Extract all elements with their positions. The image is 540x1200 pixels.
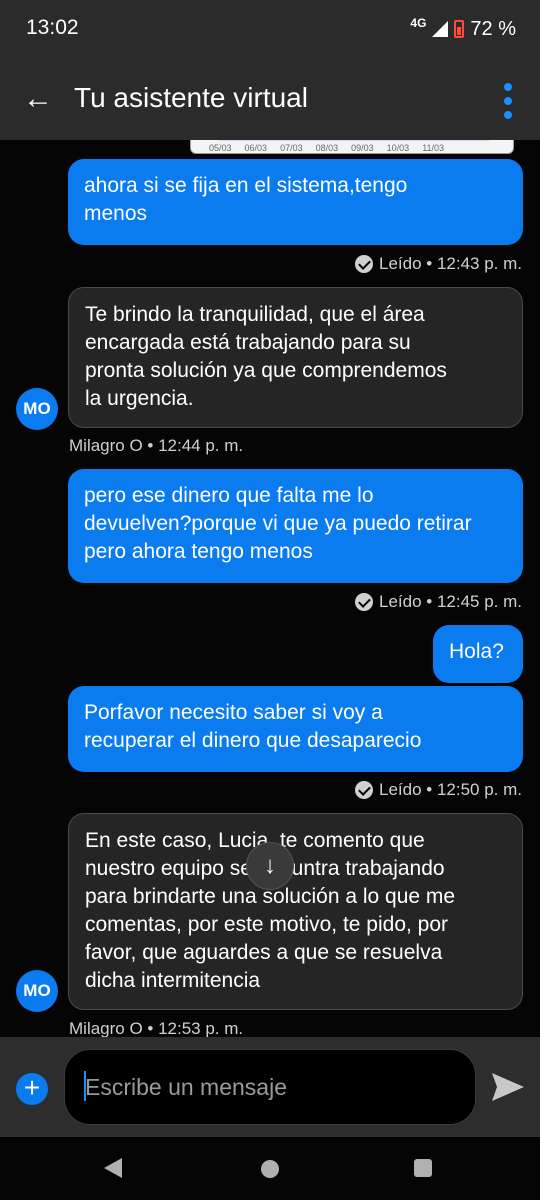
message-input[interactable] [64, 1049, 476, 1125]
preview-date: 06/03 [244, 143, 268, 153]
incoming-message-bubble[interactable]: Te brindo la tranquilidad, que el área e… [68, 287, 523, 428]
message-text: Hola? [449, 640, 504, 663]
receipt-text: Leído • 12:43 p. m. [379, 254, 522, 273]
nav-back-icon[interactable] [104, 1158, 122, 1178]
sender-timestamp: Milagro O • 12:53 p. m. [69, 1019, 244, 1037]
preview-date: 10/03 [386, 143, 410, 153]
read-receipt: Leído • 12:43 p. m. [355, 254, 522, 274]
status-icons: 4G 72 % [410, 16, 516, 42]
outgoing-message-bubble[interactable]: pero ese dinero que falta me lo devuelve… [68, 469, 523, 583]
attachment-preview[interactable]: 05/03 06/03 07/03 08/03 09/03 10/03 11/0… [190, 140, 514, 154]
avatar: MO [16, 388, 58, 430]
avatar: MO [16, 970, 58, 1012]
app-bar: ← Tu asistente virtual [0, 60, 540, 140]
outgoing-message-bubble[interactable]: ahora si se fija en el sistema,tengo men… [68, 159, 523, 245]
incoming-message-bubble[interactable]: En este caso, Lucia, te comento que nues… [68, 813, 523, 1010]
message-list[interactable]: 05/03 06/03 07/03 08/03 09/03 10/03 11/0… [0, 140, 540, 1037]
network-type: 4G [410, 16, 427, 30]
preview-date: 11/03 [422, 143, 445, 153]
outgoing-message-bubble[interactable]: Hola? [433, 625, 523, 683]
arrow-left-icon[interactable]: ← [20, 82, 56, 118]
message-text: Porfavor necesito saber si voy a recuper… [84, 701, 422, 752]
read-check-icon [355, 593, 373, 611]
read-receipt: Leído • 12:50 p. m. [355, 780, 522, 800]
signal-icon [432, 21, 449, 37]
status-bar: 13:02 4G 72 % [0, 0, 540, 60]
preview-date: 07/03 [280, 143, 303, 153]
read-receipt: Leído • 12:45 p. m. [355, 592, 522, 612]
preview-chart-line [219, 140, 489, 141]
message-composer: + [0, 1037, 540, 1137]
text-caret [84, 1071, 86, 1101]
preview-date: 05/03 [209, 143, 232, 153]
nav-recents-icon[interactable] [414, 1159, 432, 1177]
message-text: pero ese dinero que falta me lo devuelve… [84, 484, 472, 563]
scroll-down-icon[interactable]: ↓ [246, 842, 294, 890]
receipt-text: Leído • 12:50 p. m. [379, 780, 522, 799]
battery-level: 72 % [470, 17, 516, 40]
status-time: 13:02 [26, 16, 79, 39]
read-check-icon [355, 781, 373, 799]
message-text: ahora si se fija en el sistema,tengo men… [84, 174, 408, 225]
system-nav-bar [0, 1137, 540, 1200]
receipt-text: Leído • 12:45 p. m. [379, 592, 522, 611]
page-title: Tu asistente virtual [74, 82, 308, 113]
outgoing-message-bubble[interactable]: Porfavor necesito saber si voy a recuper… [68, 686, 523, 772]
message-text: Te brindo la tranquilidad, que el área e… [85, 303, 447, 410]
battery-icon [454, 20, 465, 38]
message-text: En este caso, Lucia, te comento que nues… [85, 829, 456, 992]
read-check-icon [355, 255, 373, 273]
plus-circle-icon[interactable]: + [16, 1073, 48, 1105]
preview-date: 08/03 [315, 143, 339, 153]
send-icon[interactable] [490, 1071, 526, 1103]
more-vert-icon[interactable] [502, 83, 514, 119]
preview-date: 09/03 [351, 143, 374, 153]
sender-timestamp: Milagro O • 12:44 p. m. [69, 436, 244, 455]
nav-home-icon[interactable] [261, 1160, 279, 1178]
